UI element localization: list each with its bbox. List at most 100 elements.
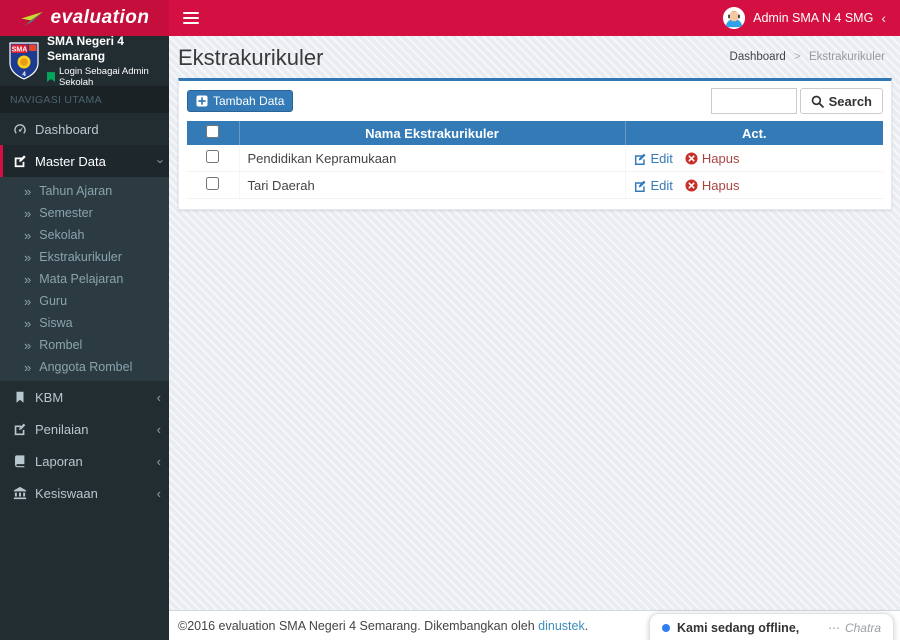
chevron-left-icon: ‹ xyxy=(156,389,161,405)
ekstrakurikuler-table: Nama Ekstrakurikuler Act. Pendidikan Kep… xyxy=(187,121,883,199)
row-checkbox[interactable] xyxy=(206,177,220,190)
school-panel: SMA 4 SMA Negeri 4 Semarang Login Sebaga… xyxy=(0,34,169,88)
angle-double-right-icon: » xyxy=(24,183,32,199)
angle-double-right-icon: » xyxy=(24,337,32,353)
select-all-checkbox[interactable] xyxy=(206,125,220,138)
search-input[interactable] xyxy=(710,88,797,114)
angle-double-right-icon: » xyxy=(24,249,32,265)
search-icon xyxy=(811,95,824,108)
content-header: Ekstrakurikuler Dashboard > Ekstrakuriku… xyxy=(169,36,900,78)
box-toolbar: Tambah Data Search xyxy=(187,88,883,114)
bookmark-icon xyxy=(13,390,27,404)
table-header-row: Nama Ekstrakurikuler Act. xyxy=(187,121,883,145)
sidebar-item-dashboard[interactable]: Dashboard xyxy=(0,113,169,145)
angle-double-right-icon: » xyxy=(24,205,32,221)
breadcrumb: Dashboard > Ekstrakurikuler xyxy=(730,51,885,63)
brand-logo[interactable]: evaluation xyxy=(0,0,169,36)
delete-label: Hapus xyxy=(701,177,740,193)
dinustek-link[interactable]: dinustek xyxy=(538,619,585,633)
delete-link[interactable]: Hapus xyxy=(685,150,740,166)
chatra-brand: Chatra xyxy=(844,621,881,635)
times-circle-icon xyxy=(685,151,698,165)
offline-status-dot xyxy=(662,624,670,632)
angle-double-right-icon: » xyxy=(24,315,32,331)
main-content: Ekstrakurikuler Dashboard > Ekstrakuriku… xyxy=(169,0,900,640)
sidebar-subitem-siswa[interactable]: » Siswa xyxy=(0,312,169,334)
table-row: Tari Daerah Edit Hapus xyxy=(187,171,883,199)
sidebar-subitem-sekolah[interactable]: » Sekolah xyxy=(0,224,169,246)
edit-label: Edit xyxy=(650,177,673,193)
chevron-left-icon: ‹ xyxy=(156,453,161,469)
crest-sma-text: SMA xyxy=(12,47,28,54)
row-name-cell: Pendidikan Kepramukaan xyxy=(239,145,626,172)
chevron-down-icon: ‹ xyxy=(151,158,167,164)
sidebar-subitem-label: Anggota Rombel xyxy=(39,360,133,374)
sidebar-subitem-label: Tahun Ajaran xyxy=(39,184,113,198)
delete-label: Hapus xyxy=(701,150,740,166)
row-name-cell: Tari Daerah xyxy=(239,171,626,199)
sidebar-toggle-button[interactable] xyxy=(169,0,213,36)
chat-widget[interactable]: Kami sedang offline, ⋯ Chatra xyxy=(649,613,894,640)
user-menu-caret-icon: ‹ xyxy=(881,10,886,26)
sidebar-item-label: Laporan xyxy=(35,453,83,469)
sidebar: SMA 4 SMA Negeri 4 Semarang Login Sebaga… xyxy=(0,34,169,640)
book-icon xyxy=(13,454,27,468)
user-menu[interactable]: Admin SMA N 4 SMG ‹ xyxy=(709,0,900,36)
sidebar-item-label: Penilaian xyxy=(35,421,89,437)
top-navbar: evaluation Admin SMA N 4 SMG ‹ xyxy=(0,0,900,36)
brand-name: evaluation xyxy=(50,7,150,28)
sidebar-subitem-rombel[interactable]: » Rombel xyxy=(0,334,169,356)
add-data-label: Tambah Data xyxy=(213,94,285,108)
row-checkbox[interactable] xyxy=(206,150,220,163)
add-data-button[interactable]: Tambah Data xyxy=(187,90,294,112)
actions-column-header: Act. xyxy=(625,121,883,145)
sidebar-item-kesiswaan[interactable]: Kesiswaan ‹ xyxy=(0,477,169,509)
search-button-label: Search xyxy=(828,93,872,109)
user-name: Admin SMA N 4 SMG xyxy=(753,11,874,25)
sidebar-item-penilaian[interactable]: Penilaian ‹ xyxy=(0,413,169,445)
breadcrumb-current: Ekstrakurikuler xyxy=(808,51,885,63)
search-group: Search xyxy=(710,88,883,114)
sidebar-item-label: Dashboard xyxy=(35,121,99,137)
sidebar-subitem-label: Rombel xyxy=(39,338,83,352)
sidebar-subitem-mata-pelajaran[interactable]: » Mata Pelajaran xyxy=(0,268,169,290)
sidebar-item-master-data[interactable]: Master Data ‹ xyxy=(0,145,169,177)
edit-icon xyxy=(634,179,647,192)
sidebar-subitem-label: Mata Pelajaran xyxy=(39,272,124,286)
sidebar-item-kbm[interactable]: KBM ‹ xyxy=(0,381,169,413)
sidebar-subitem-ekstrakurikuler[interactable]: » Ekstrakurikuler xyxy=(0,246,169,268)
delete-link[interactable]: Hapus xyxy=(685,177,740,193)
sidebar-item-label: Kesiswaan xyxy=(35,485,98,501)
login-as-label: Login Sebagai Admin Sekolah xyxy=(59,66,149,88)
sidebar-subitem-tahun-ajaran[interactable]: » Tahun Ajaran xyxy=(0,180,169,202)
page-title: Ekstrakurikuler xyxy=(178,45,324,70)
sidebar-item-label: Master Data xyxy=(35,153,106,169)
sidebar-subitem-label: Siswa xyxy=(39,316,73,330)
search-button[interactable]: Search xyxy=(799,88,883,114)
edit-link[interactable]: Edit xyxy=(634,151,673,166)
sidebar-subitem-semester[interactable]: » Semester xyxy=(0,202,169,224)
name-column-header: Nama Ekstrakurikuler xyxy=(239,121,626,145)
sidebar-subitem-anggota-rombel[interactable]: » Anggota Rombel xyxy=(0,356,169,378)
chevron-left-icon: ‹ xyxy=(156,485,161,501)
edit-icon xyxy=(634,152,647,165)
angle-double-right-icon: » xyxy=(24,271,32,287)
times-circle-icon xyxy=(685,178,698,192)
sidebar-subitem-label: Sekolah xyxy=(39,228,85,242)
dashboard-gauge-icon xyxy=(13,122,27,136)
copyright-text: ©2016 evaluation SMA Negeri 4 Semarang. … xyxy=(178,619,535,633)
sidebar-subitem-label: Ekstrakurikuler xyxy=(39,250,122,264)
sidebar-item-laporan[interactable]: Laporan ‹ xyxy=(0,445,169,477)
sidebar-subitem-guru[interactable]: » Guru xyxy=(0,290,169,312)
breadcrumb-dashboard-link[interactable]: Dashboard xyxy=(730,51,786,63)
edit-link[interactable]: Edit xyxy=(634,178,673,193)
school-crest-logo: SMA 4 xyxy=(9,42,39,80)
green-flag-icon xyxy=(47,72,55,82)
sidebar-item-label: KBM xyxy=(35,389,64,405)
crest-number-text: 4 xyxy=(22,71,26,78)
master-data-submenu: » Tahun Ajaran » Semester » Sekolah » Ek… xyxy=(0,177,169,381)
select-all-header-cell xyxy=(187,121,240,145)
chevron-left-icon: ‹ xyxy=(156,421,161,437)
angle-double-right-icon: » xyxy=(24,227,32,243)
